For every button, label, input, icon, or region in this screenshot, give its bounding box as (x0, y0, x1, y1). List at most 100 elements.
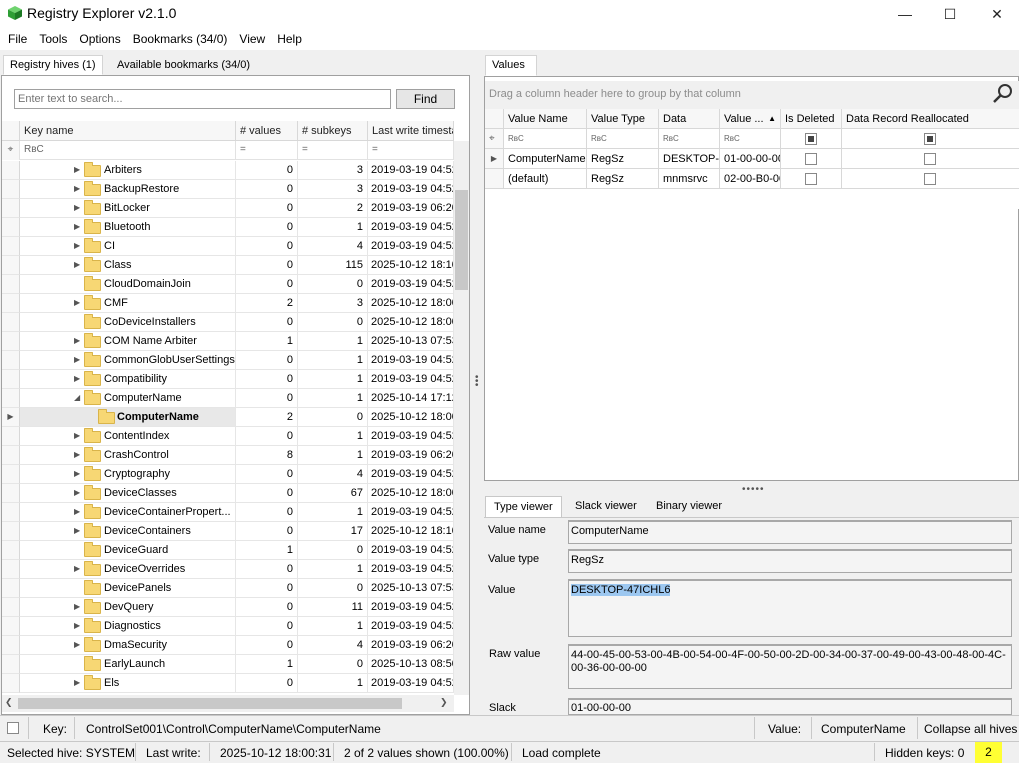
expand-arrow-icon[interactable]: ▶ (74, 503, 80, 521)
key-name-cell[interactable]: ▶ DeviceClasses (20, 484, 236, 503)
key-name-cell[interactable]: DeviceGuard (20, 541, 236, 560)
key-name-cell[interactable]: ▶ CrashControl (20, 446, 236, 465)
expand-arrow-icon[interactable]: ▶ (74, 674, 80, 692)
key-name-cell[interactable]: ◢ ComputerName (20, 389, 236, 408)
tab-slack-viewer[interactable]: Slack viewer (567, 496, 645, 517)
reallocated-filter[interactable] (842, 129, 1019, 149)
horizontal-splitter-handle[interactable]: ••••• (742, 484, 765, 495)
key-name-cell[interactable]: ▶ CI (20, 237, 236, 256)
header-key-name[interactable]: Key name (20, 121, 236, 141)
reallocated-checkbox[interactable] (924, 153, 936, 166)
table-row[interactable]: ▶ DeviceContainerPropert... 0 1 2019-03-19 0… (2, 503, 454, 522)
tab-binary-viewer[interactable]: Binary viewer (648, 496, 730, 517)
table-row[interactable]: ▶ CMF 2 3 2025-10-12 18:00 (2, 294, 454, 313)
find-button[interactable]: Find (396, 89, 455, 109)
table-row[interactable]: ▶ BitLocker 0 2 2019-03-19 06:20 (2, 199, 454, 218)
tree-vertical-scroll-thumb[interactable] (455, 190, 468, 290)
is-deleted-checkbox[interactable] (805, 153, 817, 166)
header-values[interactable]: # values (236, 121, 298, 141)
expand-arrow-icon[interactable]: ▶ (74, 161, 80, 179)
table-row[interactable]: ▶ Cryptography 0 4 2019-03-19 04:52 (2, 465, 454, 484)
data-cell[interactable]: DESKTOP-47ICHL6 (659, 149, 720, 169)
table-row[interactable]: ▶ DeviceOverrides 0 1 2019-03-19 04:52 (2, 560, 454, 579)
table-row[interactable]: ▶ Els 0 1 2019-03-19 04:52 (2, 674, 454, 693)
is-deleted-filter-checkbox[interactable] (805, 133, 817, 146)
tab-type-viewer[interactable]: Type viewer (485, 496, 562, 517)
expand-arrow-icon[interactable]: ▶ (74, 522, 80, 540)
reallocated-cell[interactable] (842, 169, 1019, 189)
reallocated-cell[interactable] (842, 149, 1019, 169)
tree-horizontal-scroll-thumb[interactable] (18, 698, 402, 709)
scroll-left-icon[interactable]: ❮ (5, 697, 13, 708)
expand-arrow-icon[interactable]: ▶ (74, 427, 80, 445)
table-row[interactable]: ▶ DeviceClasses 0 67 2025-10-12 18:00 (2, 484, 454, 503)
menu-help[interactable]: Help (271, 28, 308, 50)
table-row[interactable]: ▶ DmaSecurity 0 4 2019-03-19 06:20 (2, 636, 454, 655)
key-name-filter[interactable]: RʙC (20, 141, 236, 160)
value-name-cell[interactable]: (default) (504, 169, 587, 189)
table-row[interactable]: CloudDomainJoin 0 0 2019-03-19 04:52 (2, 275, 454, 294)
close-button[interactable]: ✕ (974, 0, 1019, 28)
raw-value-field[interactable]: 44-00-45-00-53-00-4B-00-54-00-4F-00-50-0… (568, 644, 1012, 689)
table-row[interactable]: ▶ BackupRestore 0 3 2019-03-19 04:52 (2, 180, 454, 199)
table-row[interactable]: ▶ DevQuery 0 11 2019-03-19 04:52 (2, 598, 454, 617)
key-name-cell[interactable]: ▶ Bluetooth (20, 218, 236, 237)
key-name-cell[interactable]: ▶ Arbiters (20, 161, 236, 180)
header-last-write[interactable]: Last write timestamp (368, 121, 454, 141)
value-type-field[interactable]: RegSz (568, 549, 1012, 573)
subkeys-filter[interactable]: = (298, 141, 368, 160)
is-deleted-filter[interactable] (781, 129, 842, 149)
key-name-cell[interactable]: ▶ ContentIndex (20, 427, 236, 446)
key-name-cell[interactable]: ▶ Compatibility (20, 370, 236, 389)
table-row[interactable]: EarlyLaunch 1 0 2025-10-13 08:50 (2, 655, 454, 674)
key-name-cell[interactable]: ▶ Class (20, 256, 236, 275)
table-row[interactable]: ◢ ComputerName 0 1 2025-10-14 17:12 (2, 389, 454, 408)
expand-arrow-icon[interactable]: ▶ (74, 180, 80, 198)
expand-arrow-icon[interactable]: ▶ (74, 351, 80, 369)
header-data-record-reallocated[interactable]: Data Record Reallocated (842, 109, 1019, 129)
value-type-filter[interactable]: RʙC (587, 129, 659, 149)
table-row[interactable]: ▶ CrashControl 8 1 2019-03-19 06:20 (2, 446, 454, 465)
header-data[interactable]: Data (659, 109, 720, 129)
value-name-filter[interactable]: RʙC (504, 129, 587, 149)
value-slack-filter[interactable]: RʙC (720, 129, 781, 149)
table-row[interactable]: ▶ DeviceContainers 0 17 2025-10-12 18:10 (2, 522, 454, 541)
value-slack-cell[interactable]: 01-00-00-00 (720, 149, 781, 169)
vertical-splitter-handle[interactable]: • • • (475, 373, 479, 391)
value-name-field[interactable]: ComputerName (568, 520, 1012, 544)
key-name-cell[interactable]: ▶ DevQuery (20, 598, 236, 617)
table-row[interactable]: ▶ Arbiters 0 3 2019-03-19 04:52 (2, 161, 454, 180)
header-is-deleted[interactable]: Is Deleted (781, 109, 842, 129)
reallocated-checkbox[interactable] (924, 173, 936, 186)
expand-arrow-icon[interactable]: ▶ (74, 465, 80, 483)
expand-arrow-icon[interactable]: ▶ (74, 294, 80, 312)
value-name-cell[interactable]: ComputerName (504, 149, 587, 169)
reallocated-filter-checkbox[interactable] (924, 133, 936, 146)
expand-arrow-icon[interactable]: ▶ (74, 370, 80, 388)
scroll-right-icon[interactable]: ❯ (440, 697, 448, 708)
search-input[interactable] (14, 89, 391, 109)
expand-arrow-icon[interactable]: ▶ (74, 636, 80, 654)
expand-arrow-icon[interactable]: ▶ (74, 617, 80, 635)
tab-registry-hives[interactable]: Registry hives (1) (3, 55, 103, 75)
maximize-button[interactable]: ☐ (927, 0, 973, 28)
timestamp-filter[interactable]: = (368, 141, 454, 160)
tab-values[interactable]: Values (485, 55, 537, 76)
expand-arrow-icon[interactable]: ▶ (74, 199, 80, 217)
table-row[interactable]: ▶ ComputerName 2 0 2025-10-12 18:00 (2, 408, 454, 427)
key-name-cell[interactable]: ▶ Cryptography (20, 465, 236, 484)
key-name-cell[interactable]: ▶ DeviceOverrides (20, 560, 236, 579)
collapse-all-hives-button[interactable]: Collapse all hives (924, 722, 1017, 736)
header-subkeys[interactable]: # subkeys (298, 121, 368, 141)
values-filter[interactable]: = (236, 141, 298, 160)
table-row[interactable]: ▶ CommonGlobUserSettings 0 1 2019-03-19 04:5… (2, 351, 454, 370)
key-name-cell[interactable]: ▶ DeviceContainers (20, 522, 236, 541)
menu-view[interactable]: View (233, 28, 271, 50)
key-name-cell[interactable]: ▶ DeviceContainerPropert... (20, 503, 236, 522)
key-name-cell[interactable]: ▶ DmaSecurity (20, 636, 236, 655)
key-name-cell[interactable]: DevicePanels (20, 579, 236, 598)
expand-arrow-icon[interactable]: ▶ (74, 332, 80, 350)
header-value-name[interactable]: Value Name (504, 109, 587, 129)
key-name-cell[interactable]: ▶ CMF (20, 294, 236, 313)
expand-arrow-icon[interactable]: ▶ (74, 446, 80, 464)
